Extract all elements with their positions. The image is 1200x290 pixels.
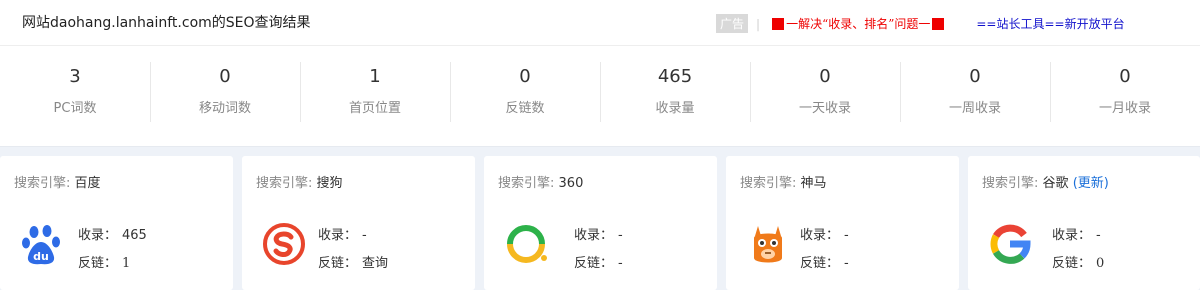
stat-indexed-month: 0 一月收录 [1050,46,1200,146]
stat-label: 一天收录 [798,101,851,116]
index-row: 收录： - [318,224,367,243]
index-row: 收录： - [574,224,623,243]
360-ring-icon [507,225,547,263]
backlink-value: 0 [1096,256,1105,271]
baidu-paw-icon: du [22,225,60,265]
engine-name: 百度 [74,176,101,191]
engine-name: 搜狗 [316,176,343,191]
backlink-value: - [618,256,623,271]
red-square-icon [932,17,945,30]
index-row: 收录： - [800,224,849,243]
stat-homepage-position: 1 首页位置 [300,46,450,146]
backlink-query-link[interactable]: 查询 [362,256,388,271]
stat-backlinks: 0 反链数 [450,46,600,146]
ad-separator: | [756,16,761,31]
engine-cards: 搜索引擎: 百度 du 收录：465 反链：1 搜索引擎: 搜狗 收录：- [0,156,1200,290]
ad-badge: 广告 [716,14,749,33]
ad-link-seo-label: 一解决“收录、排名”问题一 [786,17,931,31]
google-g-icon [990,224,1031,264]
index-value: 465 [122,228,147,243]
index-value: - [1096,228,1101,243]
red-square-icon [772,17,785,30]
stat-value: 0 [819,66,831,87]
engine-card-shenma: 搜索引擎: 神马 收录： - 反链： - [726,156,959,290]
ad-link-platform[interactable]: ==站长工具==新开放平台 [976,15,1124,32]
engine-prefix: 搜索引擎: [14,176,71,191]
backlink-key: 反链： [1052,256,1092,271]
stat-label: 反链数 [505,101,545,116]
backlink-key: 反链： [800,256,840,271]
stat-value: 0 [969,66,981,87]
shenma-alpaca-icon [754,226,782,263]
sogou-s-icon [263,223,305,265]
backlink-key: 反链： [78,256,118,271]
summary-panel: 网站daohang.lanhainft.com的SEO查询结果 广告 | 一解决… [0,0,1200,147]
stat-label: 首页位置 [348,101,401,116]
index-key: 收录： [1052,228,1092,243]
stat-value: 0 [1119,66,1131,87]
index-key: 收录： [318,228,358,243]
backlink-row: 反链： 0 [1052,252,1104,271]
backlink-key: 反链： [318,256,358,271]
stat-label: 一月收录 [1098,101,1151,116]
stat-label: PC词数 [53,101,97,116]
engine-card-sogou: 搜索引擎: 搜狗 收录： - 反链： 查询 [242,156,475,290]
backlink-key: 反链： [574,256,614,271]
backlink-value: - [844,256,849,271]
stats-row: 3 PC词数 0 移动词数 1 首页位置 0 反链数 465 收录量 0 一天收… [0,46,1200,146]
engine-card-360: 搜索引擎: 360 收录： - 反链： - [484,156,717,290]
stat-value: 0 [219,66,231,87]
stat-indexed-week: 0 一周收录 [900,46,1050,146]
stat-mobile-words: 0 移动词数 [150,46,300,146]
stat-indexed: 465 收录量 [600,46,750,146]
engine-name: 谷歌 [1042,176,1069,191]
ad-link-seo[interactable]: 一解决“收录、排名”问题一 [770,15,946,32]
ad-bar: 广告 | 一解决“收录、排名”问题一 ==站长工具==新开放平台 [716,14,1125,33]
engine-prefix: 搜索引擎: [256,176,313,191]
engine-name: 360 [558,176,584,191]
page-title: 网站daohang.lanhainft.com的SEO查询结果 [22,15,311,31]
index-value: - [844,228,849,243]
backlink-row: 反链： 1 [78,252,130,271]
stat-label: 收录量 [655,101,695,116]
index-row: 收录： - [1052,224,1101,243]
engine-card-title: 搜索引擎: 搜狗 [256,172,343,191]
engine-card-google: 搜索引擎: 谷歌 (更新) 收录： - 反链： 0 [968,156,1200,290]
index-value: - [362,228,367,243]
stat-value: 465 [657,66,693,87]
backlink-value: 1 [122,256,131,271]
stat-value: 3 [69,66,81,87]
stat-label: 移动词数 [198,101,251,116]
update-link[interactable]: (更新) [1073,176,1109,191]
stat-label: 一周收录 [948,101,1001,116]
stat-pc-words: 3 PC词数 [0,46,150,146]
engine-prefix: 搜索引擎: [740,176,797,191]
index-value: - [618,228,623,243]
engine-prefix: 搜索引擎: [498,176,555,191]
engine-card-title: 搜索引擎: 谷歌 (更新) [982,172,1109,191]
engine-card-title: 搜索引擎: 百度 [14,172,101,191]
svg-text:du: du [33,250,49,263]
engine-name: 神马 [800,176,827,191]
index-key: 收录： [574,228,614,243]
index-key: 收录： [800,228,840,243]
stat-indexed-day: 0 一天收录 [750,46,900,146]
engine-card-baidu: 搜索引擎: 百度 du 收录： 465 反链： 1 [0,156,233,290]
stat-value: 1 [369,66,381,87]
engine-card-title: 搜索引擎: 360 [498,172,583,191]
backlink-row: 反链： 查询 [318,252,388,271]
stat-value: 0 [519,66,531,87]
backlink-row: 反链： - [800,252,849,271]
engine-prefix: 搜索引擎: [982,176,1039,191]
index-row: 收录： 465 [78,224,147,243]
engine-card-title: 搜索引擎: 神马 [740,172,827,191]
index-key: 收录： [78,228,118,243]
backlink-row: 反链： - [574,252,623,271]
